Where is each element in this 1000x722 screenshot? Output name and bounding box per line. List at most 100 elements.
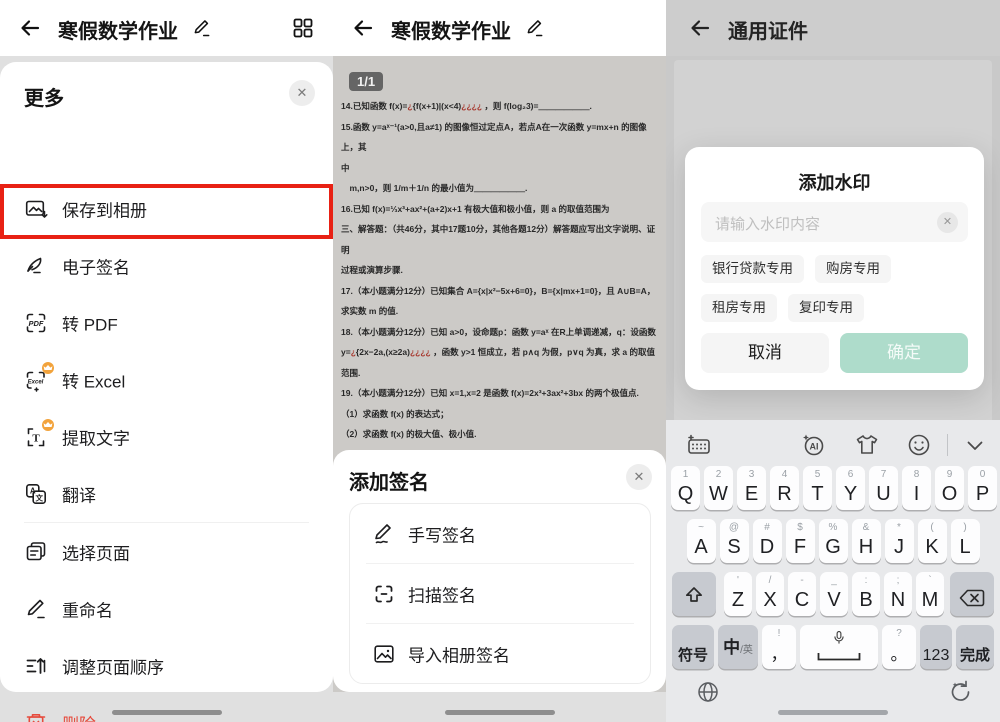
close-icon[interactable]: ✕ (289, 80, 315, 106)
ai-assistant-icon[interactable]: AI (800, 432, 826, 458)
key-alt-label: 8 (913, 469, 920, 480)
key-t[interactable]: 5T (803, 466, 832, 510)
key-k[interactable]: (K (917, 519, 947, 563)
key-w[interactable]: 2W (704, 466, 733, 510)
key-label: V (827, 589, 841, 611)
key-i[interactable]: 8I (902, 466, 931, 510)
excel-icon: Excel (24, 361, 54, 392)
key-v[interactable]: _ V (820, 572, 848, 616)
key-label: L (959, 536, 971, 558)
back-arrow-icon[interactable] (18, 16, 42, 40)
select-pages-icon (24, 540, 48, 564)
key-alt-label: 7 (880, 469, 887, 480)
numbers-key[interactable]: 123 (920, 625, 952, 669)
chevron-down-icon[interactable] (962, 432, 988, 458)
key-alt-label: @ (728, 522, 740, 533)
svg-text:AI: AI (810, 442, 819, 452)
key-n[interactable]: ; N (884, 572, 912, 616)
doc-title: 寒假数学作业 (58, 21, 178, 43)
menu-item-delete[interactable]: 删除 (0, 694, 333, 722)
menu-item-extract-text[interactable]: T 提取文字 (0, 408, 333, 465)
shift-key[interactable] (672, 572, 716, 616)
dialog-title: 添加水印 (798, 173, 871, 193)
album-icon (372, 642, 396, 666)
key-label: B (859, 589, 873, 611)
key-c[interactable]: -C (788, 572, 816, 616)
key-o[interactable]: 9O (935, 466, 964, 510)
key-label: F (793, 536, 807, 558)
space-key[interactable] (800, 625, 878, 669)
keyboard-settings-icon[interactable] (686, 432, 712, 458)
emoji-icon[interactable] (906, 432, 932, 458)
watermark-preset-tag[interactable]: 购房专用 (815, 255, 891, 283)
key-d[interactable]: # D (752, 519, 782, 563)
grid-view-icon[interactable] (291, 16, 315, 40)
menu-item-signature[interactable]: 电子签名 (0, 237, 333, 294)
key-g[interactable]: % G (818, 519, 848, 563)
right-header: 通用证件 (666, 0, 1000, 56)
home-indicator[interactable] (111, 710, 222, 715)
watermark-preset-tag[interactable]: 租房专用 (701, 294, 777, 322)
globe-language-icon[interactable] (696, 680, 720, 704)
menu-item-pdf[interactable]: PDF 转 PDF (0, 294, 333, 351)
home-indicator[interactable] (444, 710, 555, 715)
menu-item-select-pages[interactable]: 选择页面 (0, 523, 333, 580)
key-s[interactable]: @ S (719, 519, 749, 563)
key-y[interactable]: 6Y (836, 466, 865, 510)
key-alt-label: 6 (847, 469, 854, 480)
backspace-key[interactable] (950, 572, 994, 616)
key-alt-label: _ (831, 575, 837, 586)
key-q[interactable]: 1Q (671, 466, 700, 510)
keyboard-toolbar: AI (666, 426, 1000, 464)
menu-item-excel[interactable]: Excel 转 Excel (0, 351, 333, 408)
confirm-button[interactable]: 确定 (840, 333, 968, 373)
signature-option-handwrite[interactable]: 手写签名 (350, 504, 650, 563)
cancel-button[interactable]: 取消 (701, 333, 829, 373)
edit-title-icon[interactable] (525, 18, 545, 38)
language-toggle-key[interactable]: 中/英 (718, 625, 758, 669)
watermark-input[interactable]: 请输入水印内容 ✕ (701, 202, 968, 242)
symbols-key[interactable]: 符号 (672, 625, 714, 669)
key-j[interactable]: * J (884, 519, 914, 563)
key-x[interactable]: / X (756, 572, 784, 616)
watermark-preset-tag[interactable]: 银行贷款专用 (701, 255, 804, 283)
menu-item-label: 翻译 (62, 486, 96, 505)
close-icon[interactable]: ✕ (626, 464, 652, 490)
key-l[interactable]: ) L (950, 519, 980, 563)
key-u[interactable]: 7U (869, 466, 898, 510)
watermark-preset-tag[interactable]: 复印专用 (788, 294, 864, 322)
edit-title-icon[interactable] (192, 18, 212, 38)
done-key[interactable]: 完成 (956, 625, 994, 669)
key-alt-label: 1 (682, 469, 689, 480)
menu-item-translate[interactable]: A 文翻译 (0, 465, 333, 522)
tshirt-theme-icon[interactable] (854, 432, 880, 458)
comma-key[interactable]: !， (762, 625, 796, 669)
key-a[interactable]: ~ A (686, 519, 716, 563)
signature-option-album[interactable]: 导入相册签名 (350, 624, 650, 683)
menu-item-reorder[interactable]: 调整页面顺序 (0, 637, 333, 694)
undo-history-icon[interactable] (948, 678, 974, 704)
keyboard-row-2: ~ A @ S # D $ F% G & H * J(K) L (666, 519, 1000, 563)
key-b[interactable]: :B (852, 572, 880, 616)
key-label: Q (677, 483, 694, 505)
key-alt-label: ' (737, 575, 739, 586)
menu-item-label: 转 PDF (62, 315, 118, 334)
clear-input-icon[interactable]: ✕ (937, 212, 958, 233)
back-arrow-icon[interactable] (351, 16, 375, 40)
key-z[interactable]: ' Z (724, 572, 752, 616)
signature-option-scan[interactable]: 扫描签名 (350, 564, 650, 623)
home-indicator[interactable] (778, 710, 888, 715)
menu-item-rename[interactable]: 重命名 (0, 580, 333, 637)
key-h[interactable]: & H (851, 519, 881, 563)
key-m[interactable]: ` M (916, 572, 944, 616)
key-p[interactable]: 0P (968, 466, 997, 510)
key-r[interactable]: 4R (770, 466, 799, 510)
key-label: P (975, 483, 990, 505)
back-arrow-icon[interactable] (688, 16, 712, 40)
period-key[interactable]: ?。 (882, 625, 916, 669)
signature-option-label: 扫描签名 (408, 586, 476, 605)
menu-item-label: 删除 (62, 710, 96, 722)
key-f[interactable]: $ F (785, 519, 815, 563)
key-e[interactable]: 3E (737, 466, 766, 510)
svg-text:Excel: Excel (28, 379, 44, 385)
